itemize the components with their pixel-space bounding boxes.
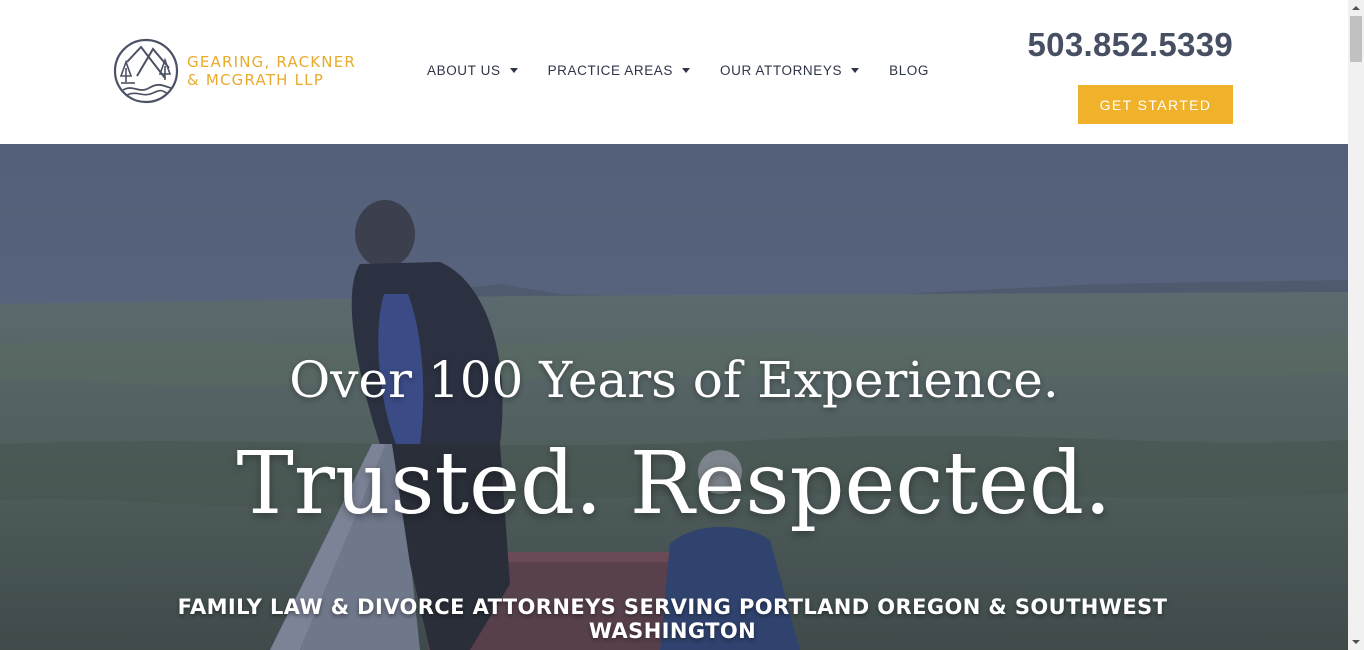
nav-item-label: OUR ATTORNEYS	[720, 63, 843, 78]
logo-line-1: GEARING, RACKNER	[187, 53, 357, 71]
arrow-up-icon	[1352, 6, 1360, 10]
caret-down-icon	[682, 68, 691, 73]
nav-item-about-us[interactable]: ABOUT US	[427, 63, 518, 78]
page-scrollbar[interactable]	[1348, 0, 1364, 650]
hero-tagline: Trusted. Respected.	[236, 434, 1112, 534]
scroll-up-button[interactable]	[1348, 0, 1364, 16]
hero-subheading: FAMILY LAW & DIVORCE ATTORNEYS SERVING P…	[177, 595, 1168, 643]
nav-item-our-attorneys[interactable]: OUR ATTORNEYS	[720, 63, 860, 78]
site-header: GEARING, RACKNER & MCGRATH LLP ABOUT US …	[0, 0, 1348, 144]
scroll-down-button[interactable]	[1348, 634, 1364, 650]
logo-line-2: & MCGRATH LLP	[187, 71, 324, 89]
caret-down-icon	[851, 68, 860, 73]
hero-headline: Over 100 Years of Experience.	[289, 351, 1059, 409]
caret-down-icon	[509, 68, 518, 73]
phone-number-link[interactable]: 503.852.5339	[1028, 26, 1233, 64]
mountain-trees-river-logo-icon	[113, 38, 179, 104]
hero-section: Over 100 Years of Experience. Trusted. R…	[0, 144, 1348, 650]
nav-item-label: BLOG	[889, 63, 930, 78]
main-nav: ABOUT US PRACTICE AREAS OUR ATTORNEYS BL…	[427, 63, 959, 78]
get-started-button[interactable]: GET STARTED	[1078, 85, 1233, 124]
site-logo[interactable]: GEARING, RACKNER & MCGRATH LLP	[113, 38, 356, 104]
scrollbar-thumb[interactable]	[1350, 16, 1362, 62]
nav-item-label: ABOUT US	[427, 63, 501, 78]
nav-item-practice-areas[interactable]: PRACTICE AREAS	[547, 63, 691, 78]
nav-item-label: PRACTICE AREAS	[547, 63, 674, 78]
page: GEARING, RACKNER & MCGRATH LLP ABOUT US …	[0, 0, 1364, 650]
arrow-down-icon	[1352, 640, 1360, 644]
nav-item-blog[interactable]: BLOG	[889, 63, 929, 78]
logo-wordmark: GEARING, RACKNER & MCGRATH LLP	[187, 53, 356, 89]
